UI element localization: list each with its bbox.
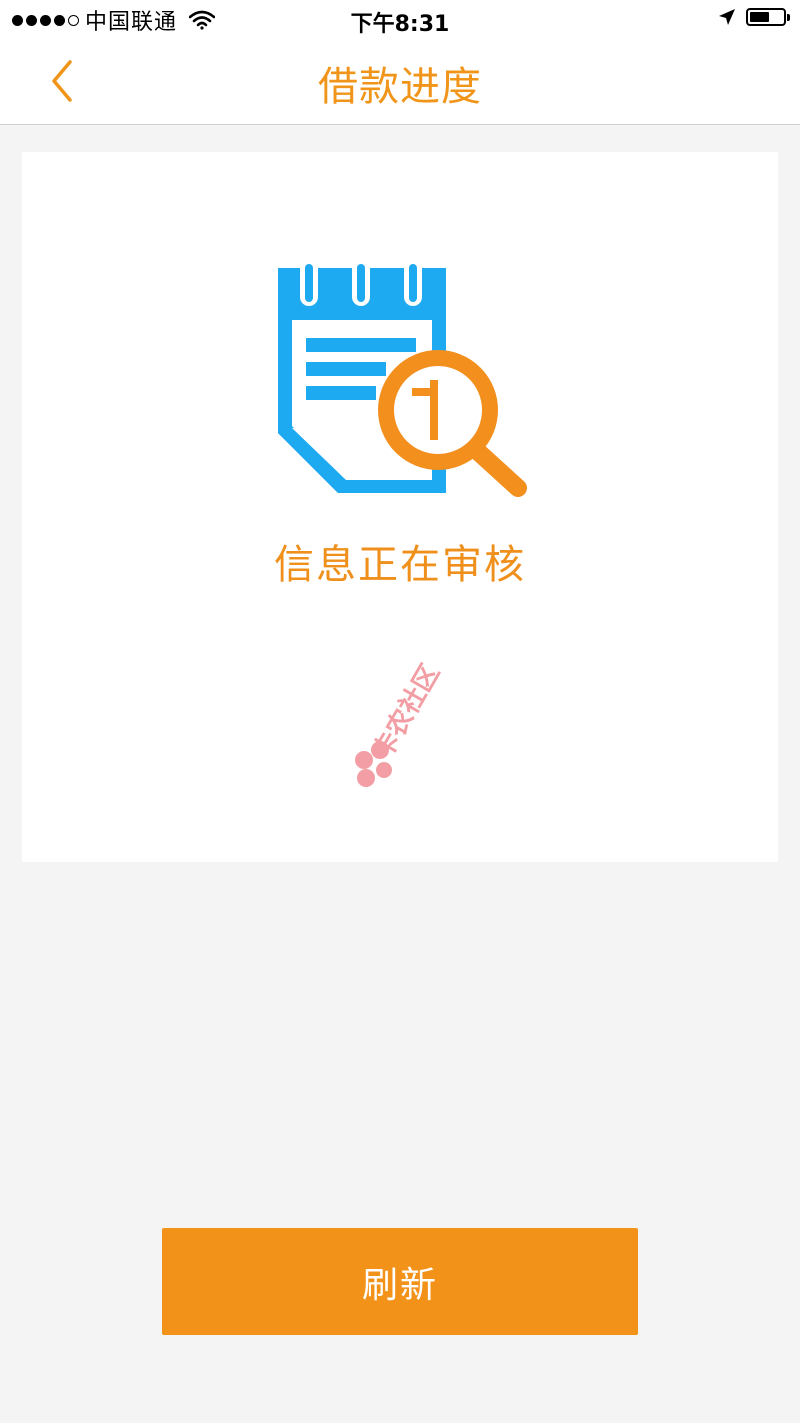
status-time: 下午8:31 [350,12,450,37]
battery-cap [787,14,790,21]
status-right [718,8,790,26]
status-card: 信息正在审核 卡农社区 [22,152,778,862]
loan-progress-screen: 中国联通 下午8:31 借款进度 信息正在审核 卡农社区 刷新 [0,0,800,1423]
page-title: 借款进度 [318,64,482,110]
location-arrow-icon [719,9,735,25]
refresh-button[interactable]: 刷新 [162,1228,638,1335]
review-status-text: 信息正在审核 [274,542,526,588]
battery-level [750,12,769,22]
navigation-bar: 借款进度 [0,40,800,125]
watermark-logo: 卡农社区 [355,659,446,787]
status-bar: 中国联通 下午8:31 [0,0,800,40]
document-review-icon [278,258,527,497]
battery-icon [746,8,790,26]
